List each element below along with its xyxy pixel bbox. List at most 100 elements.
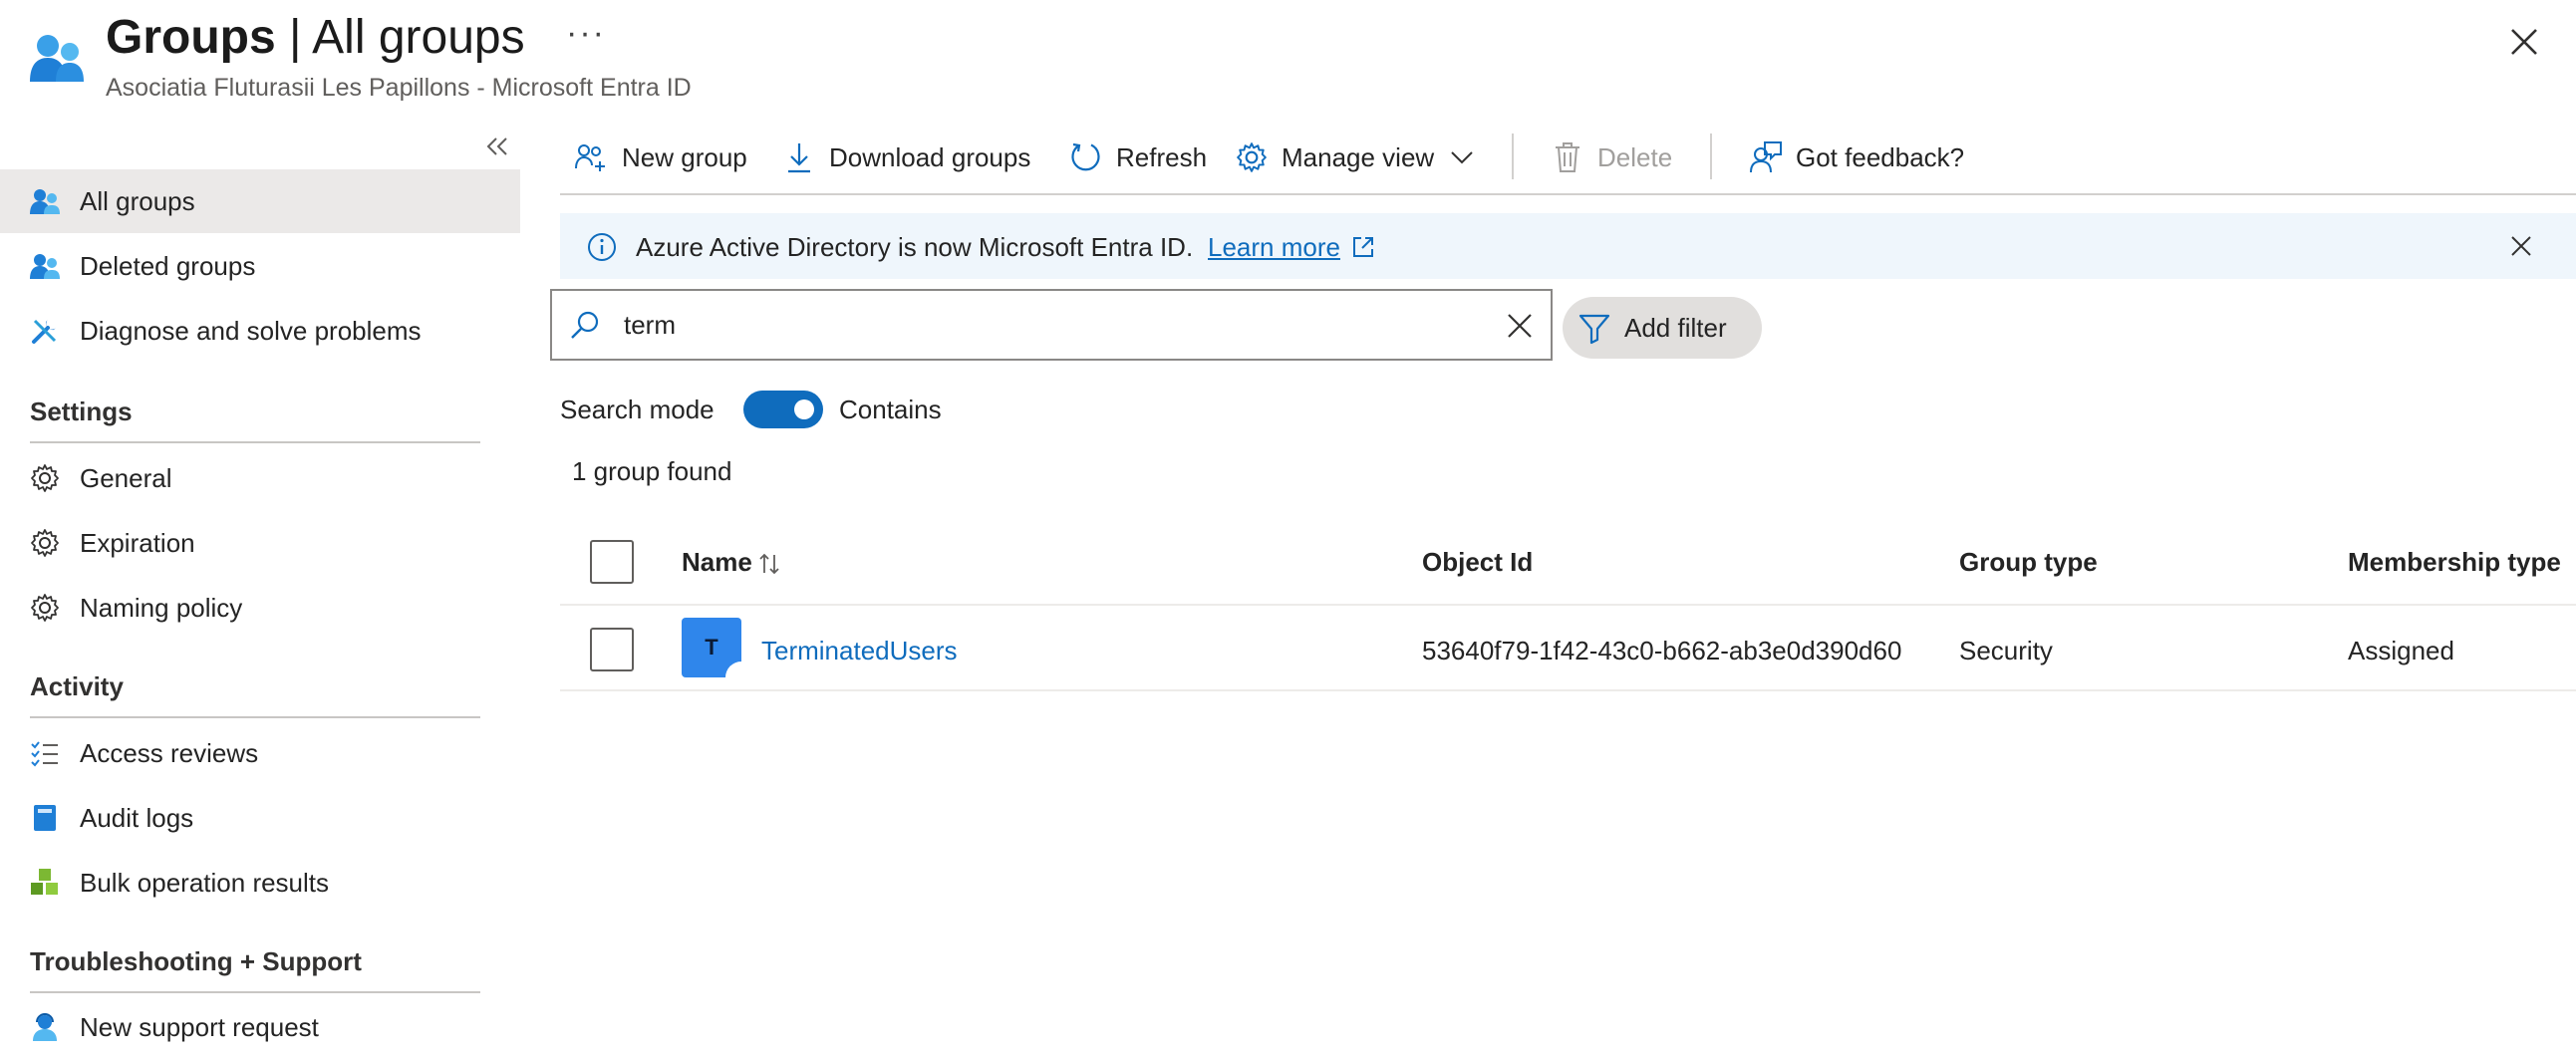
table-row-divider (560, 689, 2576, 691)
sidebar-item-label: Bulk operation results (80, 867, 330, 898)
download-groups-button[interactable]: Download groups (781, 135, 1030, 179)
manage-view-button[interactable]: Manage view (1234, 135, 1474, 179)
sidebar-item-bulk-operation-results[interactable]: Bulk operation results (0, 851, 520, 915)
dismiss-banner-icon[interactable] (2508, 233, 2534, 259)
gear-icon (28, 591, 62, 625)
toolbar-divider-line (560, 193, 2576, 195)
checklist-icon (28, 736, 62, 770)
search-icon (571, 311, 599, 339)
add-filter-button[interactable]: Add filter (1563, 297, 1762, 359)
table-header-divider (560, 604, 2576, 606)
add-group-icon (574, 139, 610, 175)
section-title-troubleshooting: Troubleshooting + Support (30, 946, 362, 976)
column-header-group-type[interactable]: Group type (1959, 547, 2098, 578)
sidebar-item-label: Naming policy (80, 592, 243, 623)
object-id-cell: 53640f79-1f42-43c0-b662-ab3e0d390d60 (1422, 636, 1902, 665)
select-all-checkbox[interactable] (590, 540, 634, 584)
sidebar-item-label: All groups (80, 185, 195, 216)
sidebar-item-access-reviews[interactable]: Access reviews (0, 721, 520, 785)
search-input[interactable] (624, 303, 1481, 347)
gear-icon (28, 526, 62, 560)
sidebar-item-label: Audit logs (80, 802, 194, 833)
sidebar-item-label: Diagnose and solve problems (80, 315, 422, 346)
sidebar-item-diagnose[interactable]: Diagnose and solve problems (0, 299, 520, 363)
search-box (550, 289, 1553, 361)
section-divider (30, 441, 480, 443)
sidebar-item-new-support-request[interactable]: New support request (0, 995, 520, 1059)
page-title-bold: Groups (106, 11, 276, 64)
membership-type-cell: Assigned (2348, 636, 2454, 665)
search-mode-value: Contains (839, 395, 942, 424)
section-divider (30, 991, 480, 993)
groups-blade-icon (30, 35, 84, 82)
group-icon (28, 249, 62, 283)
sort-icon[interactable] (758, 551, 780, 577)
clear-search-icon[interactable] (1505, 311, 1535, 341)
chevron-down-icon (1450, 149, 1474, 165)
sidebar-item-expiration[interactable]: Expiration (0, 511, 520, 575)
sidebar-item-label: General (80, 462, 172, 493)
refresh-icon (1068, 139, 1104, 175)
wrench-icon (28, 314, 62, 348)
support-person-icon (28, 1010, 62, 1044)
info-banner: Azure Active Directory is now Microsoft … (560, 213, 2576, 279)
search-mode-toggle[interactable] (743, 391, 823, 428)
sidebar-item-all-groups[interactable]: All groups (0, 169, 520, 233)
result-count: 1 group found (572, 456, 732, 486)
page-title: Groups | All groups (106, 10, 525, 65)
sidebar-item-label: New support request (80, 1011, 319, 1042)
sidebar-item-label: Access reviews (80, 737, 259, 768)
close-icon[interactable] (2506, 24, 2542, 60)
sidebar-item-general[interactable]: General (0, 446, 520, 510)
sidebar-item-audit-logs[interactable]: Audit logs (0, 786, 520, 850)
delete-button[interactable]: Delete (1550, 135, 1672, 179)
group-icon (28, 184, 62, 218)
learn-more-link[interactable]: Learn more (1208, 232, 1340, 263)
trash-icon (1550, 139, 1585, 175)
section-divider (30, 716, 480, 718)
column-header-object-id[interactable]: Object Id (1422, 547, 1533, 578)
column-header-label: Name (682, 547, 752, 577)
new-group-button[interactable]: New group (574, 135, 747, 179)
column-header-membership-type[interactable]: Membership type (2348, 547, 2561, 578)
more-options-button[interactable]: ··· (566, 14, 606, 53)
sidebar-item-label: Expiration (80, 527, 195, 558)
info-icon (588, 233, 616, 261)
refresh-label: Refresh (1116, 141, 1208, 172)
cubes-icon (28, 866, 62, 900)
section-title-activity: Activity (30, 671, 124, 701)
external-link-icon[interactable] (1351, 235, 1375, 259)
avatar-initial: T (705, 635, 718, 660)
group-type-cell: Security (1959, 636, 2053, 665)
column-header-name[interactable]: Name (682, 547, 780, 578)
add-filter-label: Add filter (1624, 312, 1727, 343)
page-subtitle: Asociatia Fluturasii Les Papillons - Mic… (106, 74, 692, 102)
group-avatar: T (682, 618, 741, 677)
got-feedback-button[interactable]: Got feedback? (1748, 135, 1964, 179)
toolbar-divider (1710, 133, 1712, 179)
download-icon (781, 139, 817, 175)
toggle-knob (794, 399, 814, 419)
got-feedback-label: Got feedback? (1796, 141, 1965, 172)
toolbar-divider (1512, 133, 1514, 179)
collapse-sidebar-icon[interactable] (484, 133, 510, 159)
row-checkbox[interactable] (590, 628, 634, 671)
sidebar-item-naming-policy[interactable]: Naming policy (0, 576, 520, 640)
gear-icon (28, 461, 62, 495)
sidebar-item-label: Deleted groups (80, 250, 256, 281)
group-name-link[interactable]: TerminatedUsers (761, 636, 958, 666)
gear-icon (1234, 139, 1270, 175)
sidebar-item-deleted-groups[interactable]: Deleted groups (0, 234, 520, 298)
page-title-rest: | All groups (275, 11, 525, 64)
new-group-label: New group (622, 141, 747, 172)
manage-view-label: Manage view (1282, 141, 1435, 172)
feedback-icon (1748, 139, 1784, 175)
refresh-button[interactable]: Refresh (1068, 135, 1207, 179)
section-title-settings: Settings (30, 397, 133, 426)
search-mode-label: Search mode (560, 395, 715, 424)
banner-text: Azure Active Directory is now Microsoft … (636, 232, 1194, 262)
delete-label: Delete (1597, 141, 1673, 172)
book-icon (28, 801, 62, 835)
filter-icon (1578, 314, 1610, 345)
download-groups-label: Download groups (829, 141, 1031, 172)
